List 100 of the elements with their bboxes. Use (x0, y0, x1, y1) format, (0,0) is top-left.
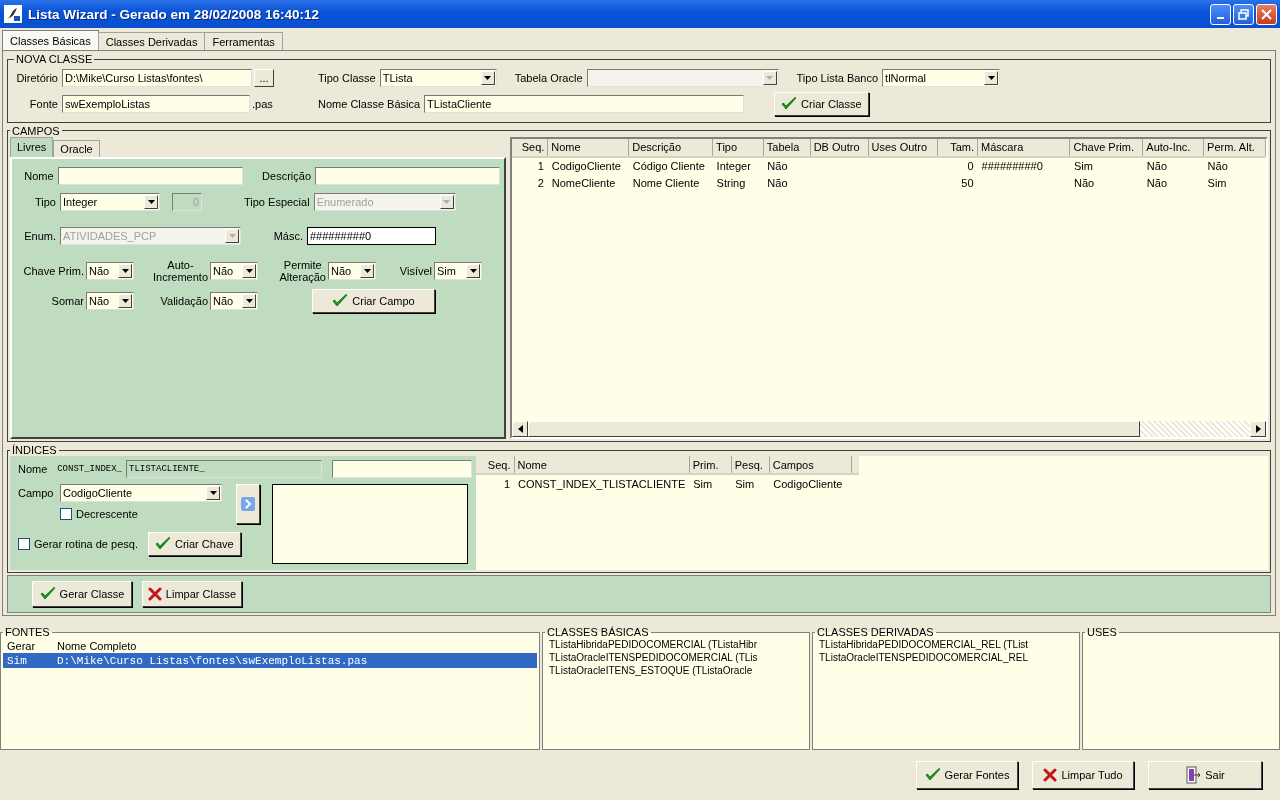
add-button[interactable] (236, 484, 260, 524)
text-field[interactable]: D:\Mike\Curso Listas\fontes\ (62, 69, 252, 87)
list-item[interactable]: TListaOracleITENS_ESTOQUE (TListaOracle (545, 664, 807, 677)
group-legend: CLASSES BÁSICAS (545, 626, 651, 638)
tab[interactable]: Classes Derivadas (97, 32, 206, 50)
dropdown[interactable]: CodigoCliente (60, 484, 222, 502)
field-label: Másc. (272, 229, 303, 242)
list-item[interactable]: TListaHibridaPEDIDOCOMERCIAL (TListaHibr (545, 638, 807, 651)
column-header[interactable]: Seq. (476, 456, 514, 474)
dropdown[interactable]: Sim (434, 261, 482, 280)
caret-icon (466, 263, 480, 278)
caret-icon (144, 194, 158, 209)
list-item[interactable]: TListaOracleITENSPEDIDOCOMERCIAL_REL (815, 651, 1077, 664)
dropdown[interactable]: Não (328, 261, 376, 280)
column-header[interactable]: Campos (769, 456, 852, 474)
column-header[interactable]: Descrição (628, 138, 713, 157)
footer-button[interactable]: Sair (1148, 761, 1262, 789)
table-cell-text: Sim (1206, 176, 1228, 191)
caret-icon (225, 228, 239, 243)
browse-button[interactable]: ... (254, 69, 274, 87)
table-cell: Não (1203, 156, 1266, 175)
text-field[interactable]: swExemploListas (62, 95, 250, 113)
scroll-left-icon (517, 425, 523, 433)
column-header[interactable]: Perm. Alt. (1203, 138, 1266, 157)
text-field[interactable] (57, 166, 243, 185)
mask-field[interactable]: #########0 (307, 226, 436, 245)
action-button[interactable]: Gerar Classe (32, 581, 132, 607)
action-button[interactable]: Limpar Classe (142, 581, 242, 607)
footer-button[interactable]: Limpar Tudo (1032, 761, 1134, 789)
table-cell: 0 (937, 156, 978, 175)
create-class-button[interactable]: Criar Classe (774, 92, 869, 116)
field-label: Nome (23, 169, 54, 182)
group-legend: CLASSES DERIVADAS (815, 626, 936, 638)
tab[interactable]: Oracle (53, 139, 100, 157)
dropdown[interactable]: TLista (379, 69, 497, 87)
list-item[interactable]: TListaOracleITENSPEDIDOCOMERCIAL (TLis (545, 651, 807, 664)
close-button[interactable] (1256, 3, 1277, 25)
group-legend: FONTES (3, 626, 52, 638)
table-cell: Integer (712, 156, 764, 175)
field-label: Tipo Especial (244, 195, 310, 208)
column-header[interactable]: Auto-Inc. (1142, 138, 1204, 157)
column-header[interactable]: Máscara (977, 138, 1070, 157)
dropdown[interactable]: Não (86, 291, 134, 310)
dropdown[interactable]: tlNormal (882, 69, 1001, 87)
text-field[interactable] (332, 460, 472, 478)
caret-icon (206, 486, 220, 500)
tab[interactable]: Livres (10, 136, 54, 157)
tab[interactable]: Ferramentas (204, 32, 283, 50)
field-label: Diretório (15, 72, 58, 84)
dropdown[interactable]: Integer (60, 192, 160, 211)
text-area[interactable] (272, 484, 468, 564)
checkbox[interactable]: Decrescente (60, 508, 230, 520)
group-legend: CAMPOS (10, 124, 62, 137)
column-header[interactable]: Tabela (763, 138, 811, 157)
table-cell: CONST_INDEX_TLISTACLIENTE (514, 474, 690, 492)
column-header[interactable]: Seq. (512, 138, 548, 157)
field-label: Tipo Lista Banco (796, 72, 879, 84)
column-header[interactable]: Tam. (937, 138, 978, 157)
column-header[interactable]: Chave Prim. (1070, 138, 1143, 157)
column-header[interactable]: Nome (514, 456, 690, 474)
field-label: Somar (51, 294, 84, 307)
column-header[interactable]: Uses Outro (868, 138, 938, 157)
table-cell: Não (1142, 156, 1204, 175)
column-header[interactable]: DB Outro (810, 138, 868, 157)
column-header[interactable]: Pesq. (731, 456, 770, 474)
column-header[interactable]: Tipo (712, 138, 764, 157)
minimize-button[interactable] (1210, 3, 1231, 25)
column-header[interactable]: Prim. (689, 456, 732, 474)
cross-icon (1043, 768, 1058, 782)
dropdown[interactable]: Não (86, 261, 134, 280)
list-item[interactable]: TListaHibridaPEDIDOCOMERCIAL_REL (TList (815, 638, 1077, 651)
list-row[interactable]: Sim D:\Mike\Curso Listas\fontes\swExemploListas.pas (3, 653, 537, 668)
restore-icon (1238, 8, 1249, 20)
cross-icon (147, 587, 162, 601)
column-header[interactable]: Nome (547, 138, 629, 157)
exit-door-icon (1185, 766, 1202, 784)
footer-button[interactable]: Gerar Fontes (916, 761, 1018, 789)
field-label: Tipo (34, 195, 56, 208)
group-legend: NOVA CLASSE (14, 53, 95, 65)
table-cell: CodigoCliente (769, 474, 852, 492)
tab[interactable]: Classes Básicas (2, 30, 99, 50)
field-label: Chave Prim. (23, 264, 84, 277)
checkmark-icon (924, 768, 941, 782)
text-field[interactable]: TLISTACLIENTE_ (126, 460, 322, 478)
field-label: Tabela Oracle (514, 72, 583, 84)
field-label: Visível (399, 264, 432, 277)
checkbox[interactable]: Gerar rotina de pesq. (18, 538, 138, 550)
text-field[interactable]: TListaCliente (424, 95, 745, 113)
restore-button[interactable] (1233, 3, 1254, 25)
caret-icon (118, 263, 132, 278)
dropdown[interactable]: Não (210, 291, 258, 310)
create-key-button[interactable]: Criar Chave (147, 532, 241, 556)
table-cell-text: 2 (536, 176, 545, 191)
create-field-button[interactable]: Criar Campo (312, 288, 435, 313)
text-field[interactable] (315, 166, 500, 185)
horizontal-scrollbar[interactable] (512, 421, 1266, 437)
table-cell: Sim (689, 474, 732, 492)
dropdown[interactable]: Não (210, 261, 258, 280)
field-label: Permite Alteração (279, 258, 326, 283)
caret-icon (360, 263, 374, 278)
